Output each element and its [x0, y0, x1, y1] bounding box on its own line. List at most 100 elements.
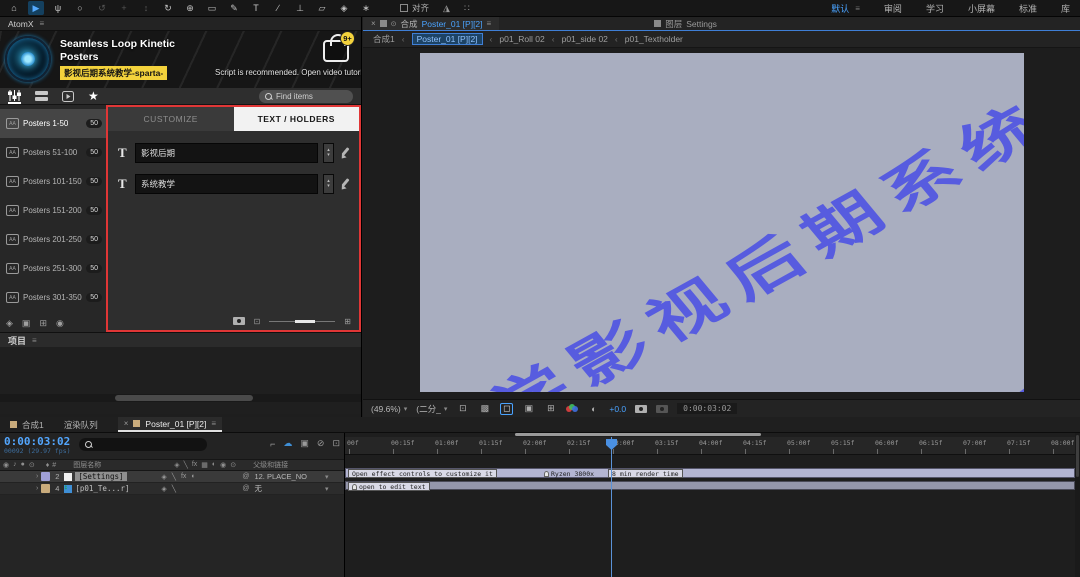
lock-icon[interactable]: ⊙	[391, 20, 397, 28]
banner-note[interactable]: Script is recommended. Open video tutori…	[215, 68, 361, 77]
workspace-4[interactable]: 小屏幕	[968, 2, 995, 15]
channel-rgb-icon[interactable]	[566, 404, 578, 414]
parent-dropdown[interactable]: 12. PLACE_NO▾	[254, 472, 332, 481]
flow-item-4[interactable]: p01_side 02	[562, 34, 608, 44]
sidebar-item-posters-1[interactable]: AAPosters 1-5050	[0, 109, 106, 138]
layer-label-chip[interactable]	[41, 484, 50, 493]
expand-arrow-icon[interactable]: ›	[36, 473, 38, 480]
video-tutorial-icon[interactable]	[62, 89, 74, 104]
layer-bar-settings[interactable]: Open effect controls to customize itRyze…	[345, 468, 1075, 478]
frame-blend-icon[interactable]: ▦	[201, 461, 208, 469]
eye-icon[interactable]: ◉	[3, 461, 9, 469]
workspace-1[interactable]: 默认	[831, 2, 849, 15]
brush-tool[interactable]: ∕	[270, 1, 286, 15]
customize-sliders-icon[interactable]	[8, 89, 21, 104]
preview-icon[interactable]: ▣	[22, 318, 31, 329]
home-tool[interactable]: ⌂	[6, 1, 22, 15]
atomx-panel-header[interactable]: AtomX ≡	[0, 17, 361, 31]
parent-dropdown[interactable]: 无▾	[254, 483, 332, 494]
edit-pencil-icon[interactable]	[339, 147, 351, 159]
close-icon[interactable]: ×	[371, 19, 376, 28]
value-stepper[interactable]: ▴▾	[323, 174, 334, 194]
time-ruler[interactable]: 00f00:15f01:00f01:15f02:00f02:15f03:00f0…	[345, 437, 1080, 455]
text-holder-input-1[interactable]: 影视后期	[135, 143, 318, 163]
tab-customize[interactable]: CUSTOMIZE	[108, 107, 234, 131]
parent-pickwhip-icon[interactable]: @	[242, 473, 249, 480]
magnification-dropdown[interactable]: (49.6%) ▾	[371, 404, 407, 414]
switch-icon[interactable]: ◈	[161, 485, 166, 493]
sidebar-item-posters-2[interactable]: AAPosters 51-10050	[0, 138, 106, 167]
type-tool[interactable]: T	[248, 1, 264, 15]
find-items-search[interactable]: Find items	[259, 90, 353, 103]
layer-marker[interactable]: open to edit text	[348, 482, 430, 491]
flow-item-3[interactable]: p01_Roll 02	[499, 34, 544, 44]
current-time-display[interactable]: 0:00:03:02 00092 (29.97 fps)	[4, 436, 71, 455]
layer-name[interactable]: [Settings]	[64, 472, 158, 481]
timeline-vscrollbar[interactable]	[1075, 433, 1080, 577]
sidebar-item-posters-4[interactable]: AAPosters 151-20050	[0, 196, 106, 225]
close-icon[interactable]: ×	[124, 419, 129, 428]
fit-screen-icon[interactable]: ⊡	[254, 317, 261, 326]
sidebar-item-posters-7[interactable]: AAPosters 301-35050	[0, 283, 106, 312]
grid-options-icon[interactable]: ∷	[464, 3, 470, 14]
exposure-value[interactable]: +0.0	[609, 404, 626, 414]
visibility-icon[interactable]: ◉	[56, 318, 64, 329]
audio-icon[interactable]: ♪	[13, 461, 17, 469]
parent-pickwhip-icon[interactable]: @	[242, 485, 249, 492]
stepper-down-icon[interactable]: ▾	[327, 184, 330, 190]
value-stepper[interactable]: ▴▾	[323, 143, 334, 163]
switch-icon[interactable]: ╲	[172, 485, 176, 493]
project-hscrollbar[interactable]	[0, 394, 361, 402]
dolly-camera-tool[interactable]: ↕	[138, 1, 154, 15]
timeline-tab-3[interactable]: ×Poster_01 [P][2]≡	[118, 417, 222, 432]
grid-view-icon[interactable]: ⊞	[39, 318, 47, 329]
layer-marker[interactable]: Ryzen 3800x	[544, 469, 594, 478]
show-snapshot-icon[interactable]	[656, 405, 668, 413]
timeline-hscrollbar-thumb[interactable]	[515, 433, 761, 436]
resolution-dropdown[interactable]: (二分_ ▾	[416, 403, 447, 415]
workspace-2[interactable]: 审阅	[884, 2, 902, 15]
layer-label-chip[interactable]	[41, 472, 50, 481]
viewer-timecode[interactable]: 0:00:03:02	[677, 403, 737, 414]
hand-tool[interactable]: ψ	[50, 1, 66, 15]
panel-menu-icon[interactable]: ≡	[211, 419, 216, 428]
sidebar-item-posters-5[interactable]: AAPosters 201-25050	[0, 225, 106, 254]
timeline-tab-2[interactable]: 渲染队列	[64, 417, 98, 432]
guides-icon[interactable]: ▣	[522, 403, 535, 415]
effects-icon[interactable]: ╲	[184, 461, 188, 469]
motion-blur-icon[interactable]: ⊡	[332, 438, 340, 449]
share-icon[interactable]: ◮	[443, 3, 450, 14]
pan-behind-tool[interactable]: ⊕	[182, 1, 198, 15]
tab-layer[interactable]: 图层 Settings	[654, 18, 717, 30]
stepper-down-icon[interactable]: ▾	[327, 153, 330, 159]
effects-icon[interactable]: ◈	[6, 318, 13, 329]
zoom-slider-thumb[interactable]	[295, 320, 315, 323]
flow-item-2[interactable]: Poster_01 [P][2]	[412, 33, 483, 45]
timeline-vscrollbar-thumb[interactable]	[1076, 435, 1079, 477]
mask-visibility-icon[interactable]: ◻	[500, 403, 513, 415]
sidebar-item-posters-6[interactable]: AAPosters 251-30050	[0, 254, 106, 283]
project-hscrollbar-thumb[interactable]	[115, 395, 253, 401]
take-snapshot-icon[interactable]	[635, 405, 647, 413]
exposure-icon[interactable]: ◐	[587, 403, 600, 415]
stamp-tool[interactable]: ⊥	[292, 1, 308, 15]
flow-item-5[interactable]: p01_Textholder	[625, 34, 683, 44]
draft-3d-icon[interactable]: ☁	[283, 438, 292, 449]
timeline-search[interactable]	[79, 438, 207, 451]
playhead-line[interactable]	[611, 437, 612, 577]
pen-tool[interactable]: ✎	[226, 1, 242, 15]
sidebar-item-posters-3[interactable]: AAPosters 101-15050	[0, 167, 106, 196]
workspace-5[interactable]: 标准	[1019, 2, 1037, 15]
rectangle-tool[interactable]: ▭	[204, 1, 220, 15]
switch-icon[interactable]: fx	[181, 473, 186, 481]
eraser-tool[interactable]: ▱	[314, 1, 330, 15]
expand-icon[interactable]: ⊞	[344, 317, 351, 326]
edit-pencil-icon[interactable]	[339, 178, 351, 190]
layer-row-2[interactable]: ›2[Settings]◈╲fx◐@12. PLACE_NO▾	[0, 471, 344, 483]
puppet-pin-tool[interactable]: ∗	[358, 1, 374, 15]
switch-icon[interactable]: ◈	[161, 473, 166, 481]
parent-link-header[interactable]: 父级和链接	[253, 460, 288, 470]
rulers-icon[interactable]: ⊞	[544, 403, 557, 415]
shy-layers-icon[interactable]: ▣	[300, 438, 309, 449]
align-control[interactable]: 对齐	[400, 2, 429, 14]
